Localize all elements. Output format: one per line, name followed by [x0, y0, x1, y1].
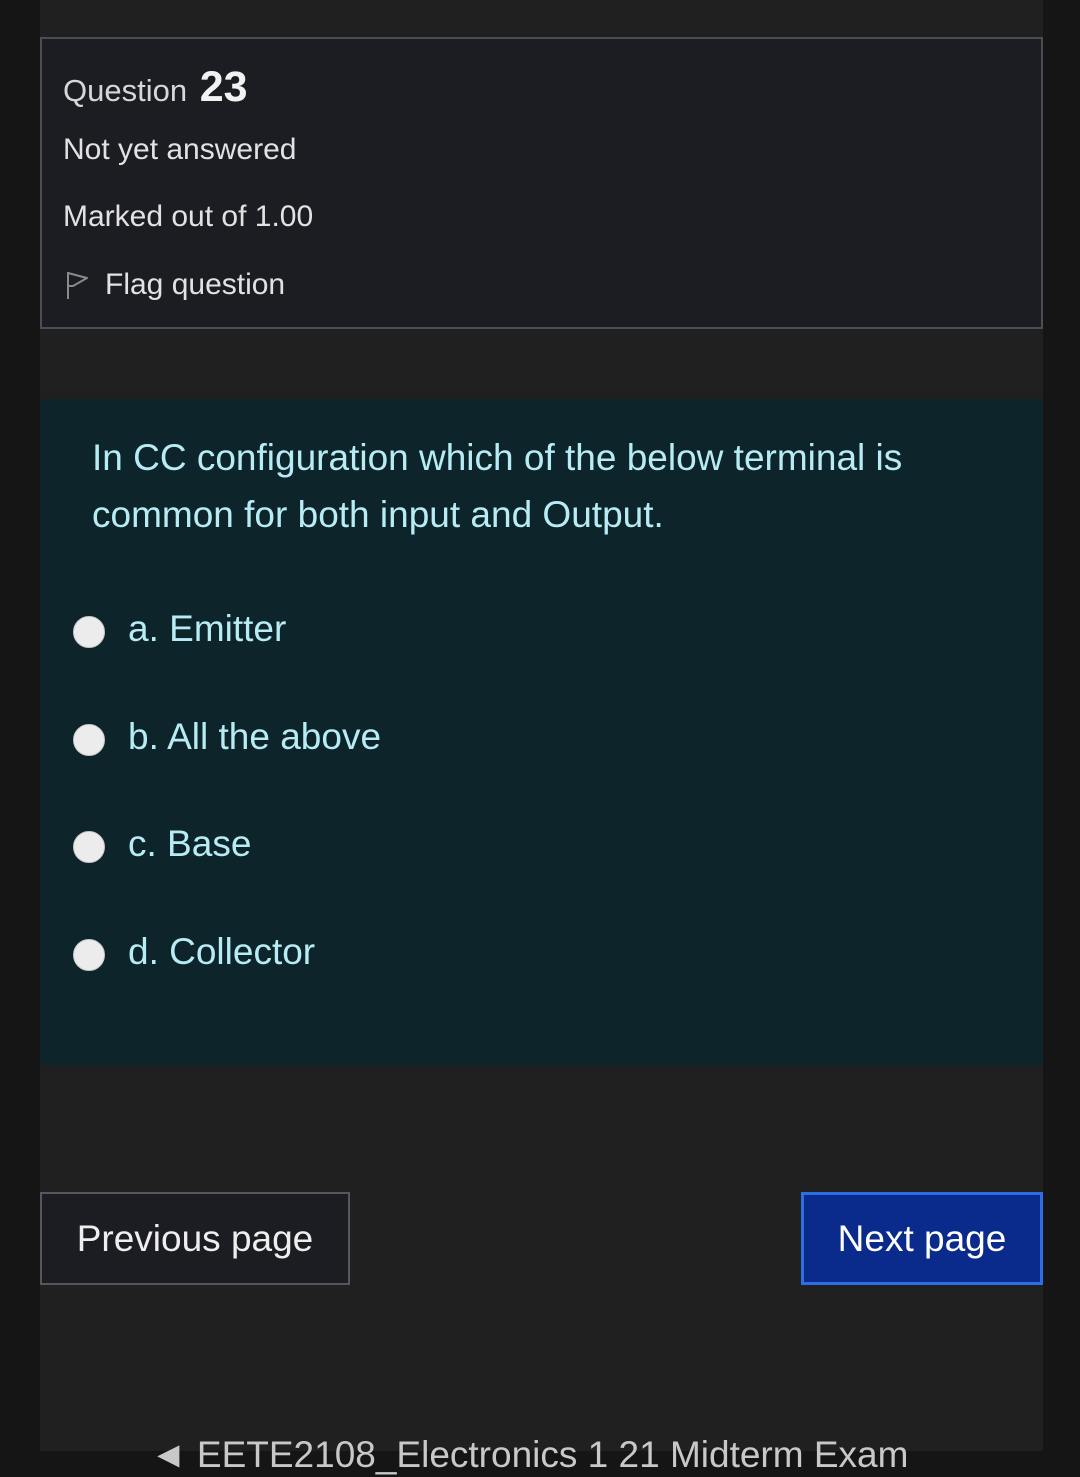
answer-option-a[interactable]: a. Emitter — [73, 606, 286, 652]
course-link[interactable]: ◄ EETE2108_Electronics 1 21 Midterm Exam — [150, 1433, 908, 1477]
previous-page-button[interactable]: Previous page — [40, 1192, 350, 1285]
question-number: Question 23 — [63, 66, 248, 111]
radio-icon[interactable] — [73, 831, 105, 863]
question-info-panel: Question 23 Not yet answered Marked out … — [40, 37, 1043, 329]
question-number-value: 23 — [199, 63, 248, 111]
flag-question-button[interactable]: Flag question — [63, 267, 285, 303]
answer-option-label: d. Collector — [128, 931, 316, 972]
question-text: In CC configuration which of the below t… — [92, 437, 903, 535]
answer-option-label: c. Base — [128, 823, 252, 864]
answer-option-b[interactable]: b. All the above — [73, 714, 381, 760]
flag-question-label: Flag question — [105, 268, 286, 301]
answer-option-label: a. Emitter — [128, 608, 287, 649]
answer-option-d[interactable]: d. Collector — [73, 929, 315, 975]
flag-icon — [67, 272, 88, 299]
answer-option-label: b. All the above — [128, 716, 382, 757]
next-page-button[interactable]: Next page — [801, 1192, 1043, 1285]
radio-icon[interactable] — [73, 939, 105, 971]
radio-icon[interactable] — [73, 616, 105, 648]
question-grade: Marked out of 1.00 — [63, 200, 314, 233]
radio-icon[interactable] — [73, 724, 105, 756]
answer-option-c[interactable]: c. Base — [73, 821, 251, 867]
question-state: Not yet answered — [63, 133, 297, 166]
question-label: Question — [63, 73, 188, 108]
